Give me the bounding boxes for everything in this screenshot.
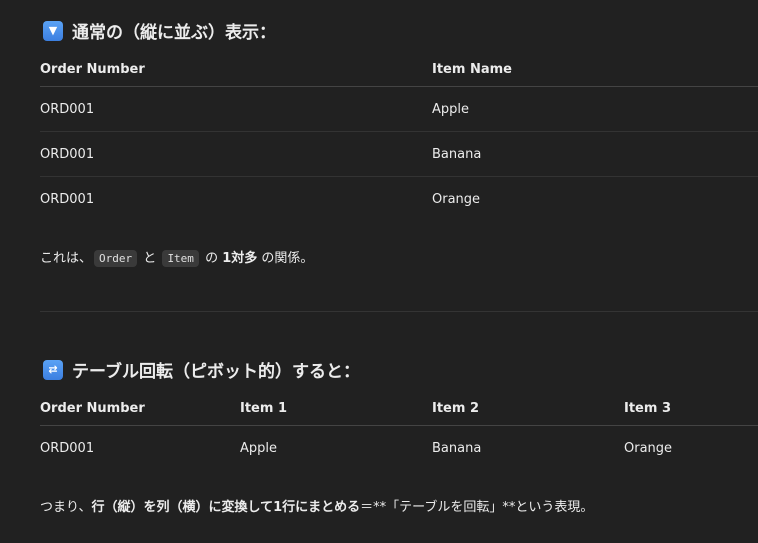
note-bold: 行（縦）を列（横）に変換して1行にまとめる [91,500,361,515]
table-cell: Banana [432,440,482,456]
table-row: ORD001 Banana [40,132,758,177]
section1-title: 通常の（縦に並ぶ）表示： [72,23,276,43]
table-header-row: Order Number Item 1 Item 2 Item 3 [40,392,758,426]
table-cell: ORD001 [40,191,95,207]
table-cell: Orange [432,191,481,207]
repeat-button-icon: ⇄ [43,359,63,380]
section-divider [40,311,758,312]
table-cell: ORD001 [40,146,95,162]
section1-heading: ▼ 通常の（縦に並ぶ）表示： [43,18,276,43]
table-row: ORD001 Apple [40,87,758,132]
table-cell: Banana [432,146,482,162]
header-order-number: Order Number [40,62,145,77]
pivot-table: Order Number Item 1 Item 2 Item 3 ORD001… [40,392,758,470]
note-text: の関係。 [261,251,314,266]
vertical-table: Order Number Item Name ORD001 Apple ORD0… [40,53,758,221]
inline-code-item: Item [162,250,199,267]
table-cell: ORD001 [40,440,95,456]
section2-title: テーブル回転（ピボット的）すると： [72,362,360,382]
table-row: ORD001 Orange [40,177,758,221]
header-order-number: Order Number [40,401,145,416]
note-text: と [143,251,157,266]
header-item-name: Item Name [432,62,512,77]
note-text: の [205,251,219,266]
table-cell: ORD001 [40,101,95,117]
note-text: ＝**「テーブルを回転」**という表現。 [360,500,594,515]
header-item-3: Item 3 [624,401,671,416]
down-arrow-button-icon: ▼ [43,20,63,41]
section1-note: これは、 Order と Item の 1対多 の関係。 [40,247,314,267]
header-item-1: Item 1 [240,401,287,416]
table-row: ORD001 Apple Banana Orange [40,426,758,470]
table-cell: Apple [432,101,470,117]
section2-note: つまり、行（縦）を列（横）に変換して1行にまとめる＝**「テーブルを回転」**と… [40,496,593,515]
note-text: これは、 [40,251,93,266]
inline-code-order: Order [94,250,138,267]
header-item-2: Item 2 [432,401,479,416]
table-cell: Orange [624,440,673,456]
section2-heading: ⇄ テーブル回転（ピボット的）すると： [43,357,360,382]
note-bold: 1対多 [222,251,258,266]
note-text: つまり、 [40,500,92,515]
table-header-row: Order Number Item Name [40,53,758,87]
table-cell: Apple [240,440,278,456]
